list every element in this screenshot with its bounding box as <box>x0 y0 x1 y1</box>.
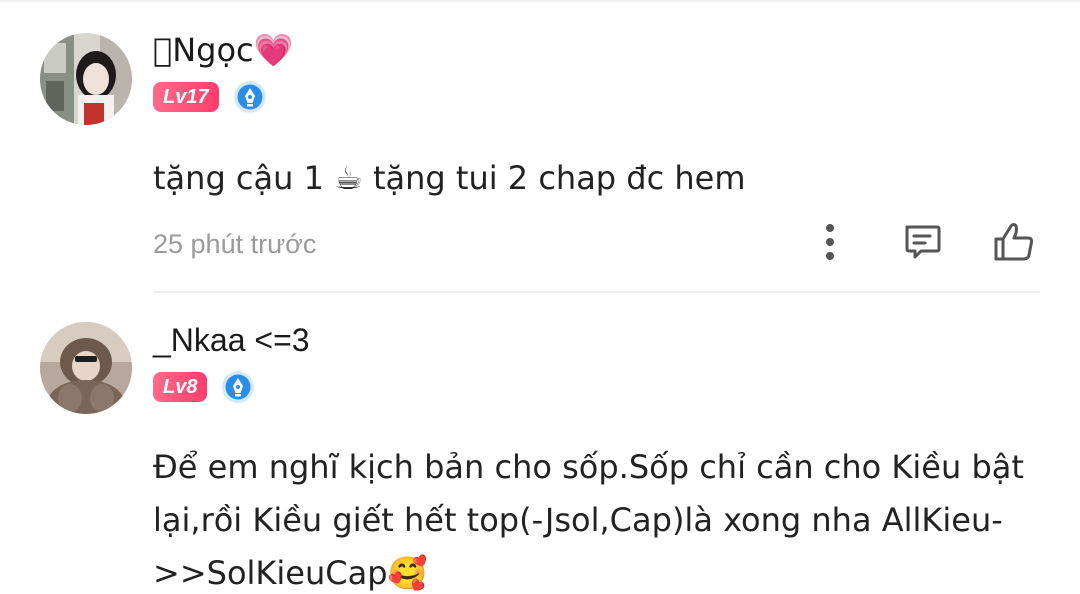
comment-text: tặng cậu 1 ☕ tặng tui 2 chap đc hem <box>153 159 746 197</box>
like-button[interactable] <box>990 218 1038 266</box>
badge-row: Lv8 <box>153 370 255 404</box>
username-text: _Nkaa <=3 <box>153 322 310 358</box>
username[interactable]:  Ngọc💗 <box>153 30 293 70</box>
username-text:  Ngọc💗 <box>153 31 294 69</box>
thumbs-up-icon <box>994 223 1034 261</box>
avatar[interactable] <box>40 322 132 414</box>
avatar[interactable] <box>40 33 132 125</box>
comment-list:  Ngọc💗 Lv17 tặng cậu 1 ☕ tặng tui 2 chap… <box>0 0 1080 594</box>
level-badge: Lv8 <box>153 372 208 402</box>
top-divider <box>0 0 1080 2</box>
vip-pen-badge-icon <box>233 81 266 113</box>
comment-icon <box>905 225 941 259</box>
vip-pen-badge-icon <box>222 371 255 403</box>
reply-button[interactable] <box>898 218 946 266</box>
more-vertical-icon <box>826 224 834 260</box>
badge-row: Lv17 <box>153 80 267 114</box>
level-badge: Lv17 <box>153 82 219 112</box>
comment-divider <box>153 291 1040 293</box>
more-button[interactable] <box>806 218 854 266</box>
username[interactable]: _Nkaa <=3 <box>153 320 310 360</box>
timestamp: 25 phút trước <box>153 229 317 259</box>
comment-text: Để em nghĩ kịch bản cho sốp.Sốp chỉ cần … <box>153 448 1024 592</box>
